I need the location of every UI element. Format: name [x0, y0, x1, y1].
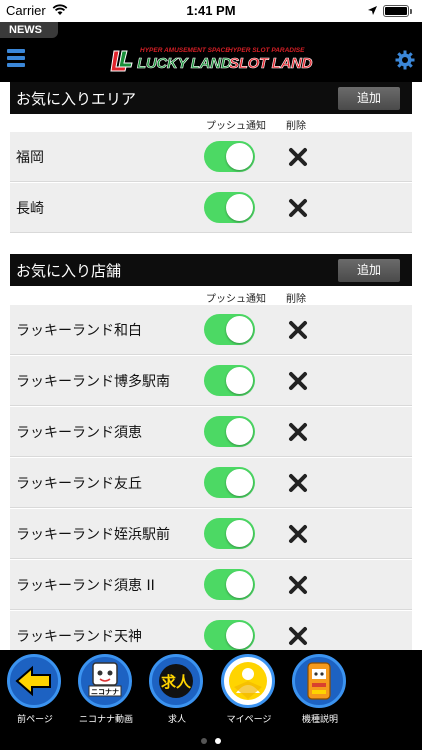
push-notification-toggle[interactable] — [204, 467, 255, 498]
delete-x-icon[interactable] — [288, 524, 308, 544]
push-column-label: プッシュ通知 — [206, 294, 266, 305]
push-notification-toggle[interactable] — [204, 518, 255, 549]
push-notification-toggle[interactable] — [204, 569, 255, 600]
battery-tip — [410, 9, 412, 14]
list-item-name: ラッキーランド友丘 — [16, 476, 142, 492]
brand-logo: HYPER AMUSEMENT SPACE HYPER SLOT PARADIS… — [110, 47, 315, 75]
toggle-knob — [226, 143, 253, 170]
nav-mypage-circle — [221, 654, 275, 708]
nav-nikonana-circle: ニコナナ — [78, 654, 132, 708]
list-item[interactable]: 長崎 — [10, 183, 412, 233]
nav-machines-circle — [292, 654, 346, 708]
bottom-nav: 前ページ ニコナナ ニコナナ動画 求人 求人 マイページ 機種説明 — [0, 650, 422, 730]
list-item[interactable]: ラッキーランド博多駅南 — [10, 356, 412, 406]
nav-back-label: 前ページ — [17, 715, 53, 725]
nav-nikonana-label: ニコナナ動画 — [78, 715, 133, 725]
list-item[interactable]: 福岡 — [10, 132, 412, 182]
toggle-knob — [226, 622, 253, 649]
clock: 1:41 PM — [186, 3, 236, 18]
add-area-button[interactable]: 追加 — [338, 87, 400, 110]
nav-nikonana[interactable]: ニコナナ ニコナナ動画 — [71, 650, 149, 730]
push-notification-toggle[interactable] — [204, 620, 255, 651]
nav-machines[interactable]: 機種説明 — [285, 650, 363, 730]
delete-x-icon[interactable] — [288, 147, 308, 167]
add-store-button[interactable]: 追加 — [338, 259, 400, 282]
logo-lucky-land: LUCKY LAND — [137, 55, 232, 73]
toggle-knob — [226, 418, 253, 445]
hamburger-menu-icon[interactable] — [7, 49, 27, 69]
nav-back[interactable]: 前ページ — [0, 650, 78, 730]
list-item-name: ラッキーランド博多駅南 — [16, 374, 170, 390]
delete-x-icon[interactable] — [288, 626, 308, 646]
push-notification-toggle[interactable] — [204, 141, 255, 172]
list-item-name: 福岡 — [16, 150, 44, 166]
list-item[interactable]: ラッキーランド和白 — [10, 305, 412, 355]
favorite-areas-header: お気に入りエリア 追加 — [10, 82, 412, 114]
list-item[interactable]: ラッキーランド友丘 — [10, 458, 412, 508]
push-notification-toggle[interactable] — [204, 416, 255, 447]
favorite-areas-column-labels: プッシュ通知 削除 — [10, 114, 412, 132]
nikonana-mascot-icon — [88, 662, 122, 697]
app-root: Carrier 1:41 PM NEWS HYPER AMUSEMENT SPA… — [0, 0, 422, 750]
delete-x-icon[interactable] — [288, 473, 308, 493]
nikonana-badge-text: ニコナナ — [91, 688, 119, 696]
status-bar: Carrier 1:41 PM — [0, 0, 422, 22]
push-notification-toggle[interactable] — [204, 314, 255, 345]
news-tab[interactable]: NEWS — [0, 22, 58, 38]
favorite-stores-header: お気に入り店舗 追加 — [10, 254, 412, 286]
logo-slot-land: SLOT LAND — [229, 55, 313, 73]
nav-machines-label: 機種説明 — [301, 715, 338, 725]
machine-icon — [307, 662, 331, 700]
push-notification-toggle[interactable] — [204, 192, 255, 223]
toggle-knob — [226, 469, 253, 496]
page-dot-1[interactable] — [201, 738, 207, 744]
nav-jobs-circle: 求人 — [149, 654, 203, 708]
nav-back-circle — [7, 654, 61, 708]
toggle-knob — [226, 520, 253, 547]
nav-mypage[interactable]: マイページ — [214, 650, 292, 730]
page-indicator — [0, 730, 422, 750]
list-item[interactable]: ラッキーランド須恵 II — [10, 560, 412, 610]
app-header: NEWS HYPER AMUSEMENT SPACE HYPER SLOT PA… — [0, 22, 422, 82]
lucky-land-mark-icon — [110, 50, 133, 72]
delete-x-icon[interactable] — [288, 371, 308, 391]
delete-x-icon[interactable] — [288, 198, 308, 218]
delete-column-label: 削除 — [286, 294, 306, 305]
gear-icon[interactable] — [395, 50, 415, 70]
list-item-name: ラッキーランド須恵 — [16, 425, 142, 441]
push-column-label: プッシュ通知 — [206, 121, 266, 132]
nav-jobs-label: 求人 — [167, 715, 186, 725]
delete-column-label: 削除 — [286, 121, 306, 132]
list-item[interactable]: ラッキーランド須恵 — [10, 407, 412, 457]
favorite-areas-title: お気に入りエリア — [16, 90, 137, 108]
delete-x-icon[interactable] — [288, 422, 308, 442]
favorite-stores-title: お気に入り店舗 — [16, 262, 122, 280]
list-item-name: ラッキーランド須恵 II — [16, 578, 155, 594]
job-badge-text: 求人 — [160, 673, 191, 691]
list-item[interactable]: ラッキーランド姪浜駅前 — [10, 509, 412, 559]
toggle-knob — [226, 571, 253, 598]
nav-mypage-label: マイページ — [226, 715, 272, 725]
user-icon — [229, 662, 267, 700]
battery-icon — [383, 5, 409, 17]
logo-tagline-right: HYPER SLOT PARADISE — [228, 47, 305, 54]
list-item-name: ラッキーランド天神 — [16, 629, 142, 645]
nav-jobs[interactable]: 求人 求人 — [142, 650, 220, 730]
delete-x-icon[interactable] — [288, 575, 308, 595]
toggle-knob — [226, 194, 253, 221]
back-arrow-icon — [15, 665, 51, 697]
push-notification-toggle[interactable] — [204, 365, 255, 396]
list-item-name: ラッキーランド姪浜駅前 — [16, 527, 170, 543]
toggle-knob — [226, 316, 253, 343]
page-dot-2-active[interactable] — [215, 738, 221, 744]
favorite-stores-column-labels: プッシュ通知 削除 — [10, 287, 412, 305]
list-item-name: 長崎 — [16, 201, 44, 217]
toggle-knob — [226, 367, 253, 394]
delete-x-icon[interactable] — [288, 320, 308, 340]
logo-tagline-left: HYPER AMUSEMENT SPACE — [140, 47, 230, 54]
list-item-name: ラッキーランド和白 — [16, 323, 142, 339]
location-arrow-icon — [368, 6, 377, 15]
